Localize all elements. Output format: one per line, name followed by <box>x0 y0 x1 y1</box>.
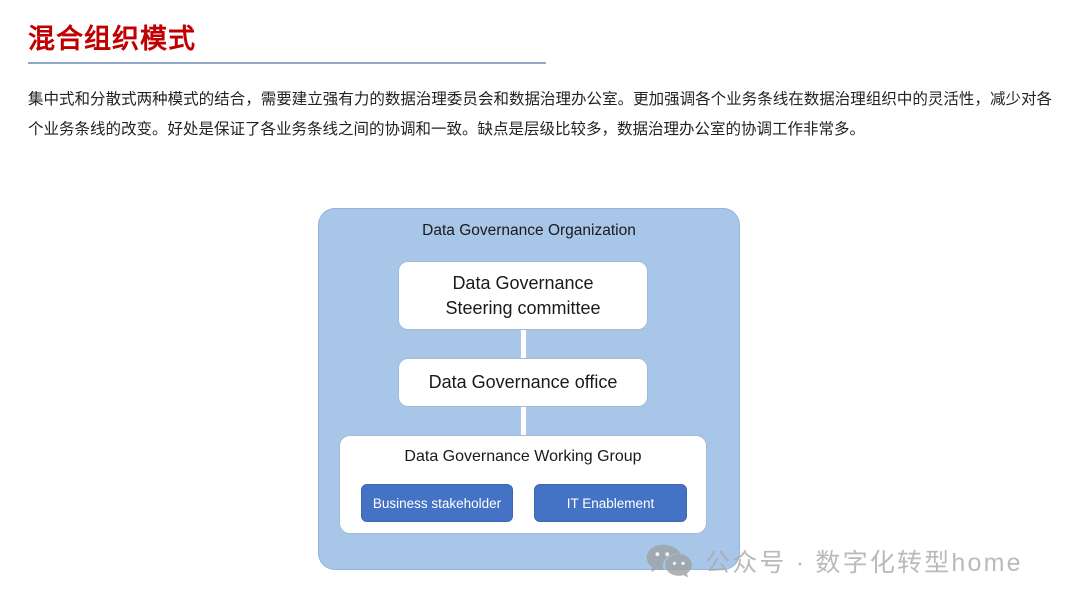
node-working-group-label: Data Governance Working Group <box>404 448 642 465</box>
node-data-governance-office-label: Data Governance office <box>428 372 618 392</box>
node-steering-committee-label-line1: Data Governance <box>452 272 594 293</box>
page-title: 混合组织模式 <box>28 24 196 54</box>
connector-office-to-working-group <box>521 403 526 439</box>
sub-box-it-enablement-label: IT Enablement <box>566 495 655 511</box>
connector-steering-to-office <box>521 326 526 362</box>
panel-title: Data Governance Organization <box>422 222 636 239</box>
title-underline-divider <box>28 62 546 64</box>
body-paragraph: 集中式和分散式两种模式的结合，需要建立强有力的数据治理委员会和数据治理办公室。更… <box>28 91 1052 138</box>
node-data-governance-working-group: Data Governance Working Group Business s… <box>339 435 707 534</box>
sub-box-business-stakeholder-label: Business stakeholder <box>372 495 502 511</box>
node-steering-committee-label-line2: Steering committee <box>445 297 601 318</box>
sub-box-it-enablement: IT Enablement <box>534 484 687 522</box>
sub-box-business-stakeholder: Business stakeholder <box>361 484 513 522</box>
node-steering-committee: Data Governance Steering committee <box>398 261 648 330</box>
watermark-text: 公众号 · 数字化转型home <box>705 549 1023 577</box>
node-data-governance-office: Data Governance office <box>398 358 648 407</box>
